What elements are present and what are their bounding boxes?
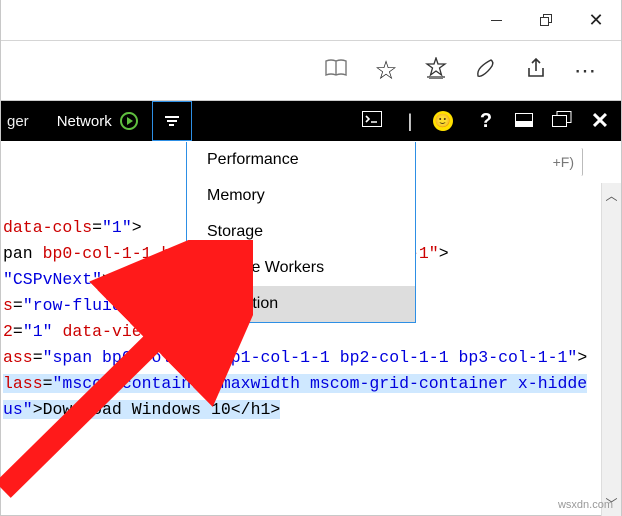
web-note-icon[interactable] (473, 57, 499, 85)
play-icon (120, 112, 138, 130)
menu-item-service-workers[interactable]: Service Workers (187, 250, 415, 286)
divider: | (395, 111, 425, 132)
code-val: "1" (102, 218, 132, 237)
minimize-button[interactable] (471, 0, 521, 40)
browser-toolbar: ☆ ⋯ (1, 41, 621, 101)
minimize-icon (491, 20, 502, 21)
scroll-up-icon[interactable]: ︿ (605, 183, 617, 208)
chevron-down-icon (165, 116, 179, 126)
maximize-icon (540, 14, 552, 26)
watermark: wsxdn.com (558, 499, 613, 511)
menu-item-storage[interactable]: Storage (187, 214, 415, 250)
code-attr: data-cols (3, 218, 92, 237)
menu-item-emulation[interactable]: Emulation (187, 286, 415, 322)
favorites-list-icon[interactable] (423, 57, 449, 85)
dock-bottom-icon[interactable] (509, 111, 539, 132)
maximize-button[interactable] (521, 0, 571, 40)
undock-icon[interactable] (547, 111, 577, 132)
reading-view-icon[interactable] (323, 59, 349, 83)
help-icon[interactable]: ? (471, 110, 501, 133)
find-hint-fragment[interactable]: +F) (553, 148, 583, 176)
close-icon: ✕ (588, 10, 603, 31)
network-tab-label: Network (57, 113, 112, 130)
console-toggle-icon[interactable] (357, 111, 387, 132)
devtools-close-icon[interactable]: ✕ (585, 108, 615, 134)
devtools-right-controls: | 🙂 ? ✕ (357, 108, 621, 134)
feedback-icon[interactable]: 🙂 (433, 111, 463, 131)
favorite-star-icon[interactable]: ☆ (373, 55, 399, 86)
menu-item-performance[interactable]: Performance (187, 142, 415, 178)
more-icon[interactable]: ⋯ (573, 58, 599, 84)
more-tools-dropdown: Performance Memory Storage Service Worke… (186, 142, 416, 323)
window-titlebar: ✕ (1, 0, 621, 40)
devtools-tab-network[interactable]: Network (43, 101, 152, 141)
close-window-button[interactable]: ✕ (571, 0, 621, 40)
smiley-icon: 🙂 (433, 111, 453, 131)
devtools-header: ger Network | 🙂 ? ✕ (1, 101, 621, 141)
book-icon (325, 59, 347, 77)
menu-item-memory[interactable]: Memory (187, 178, 415, 214)
vertical-scrollbar[interactable]: ︿ ﹀ (601, 183, 621, 516)
share-icon[interactable] (523, 57, 549, 85)
more-tools-button[interactable] (152, 101, 192, 141)
devtools-tab-partial[interactable]: ger (1, 113, 43, 130)
